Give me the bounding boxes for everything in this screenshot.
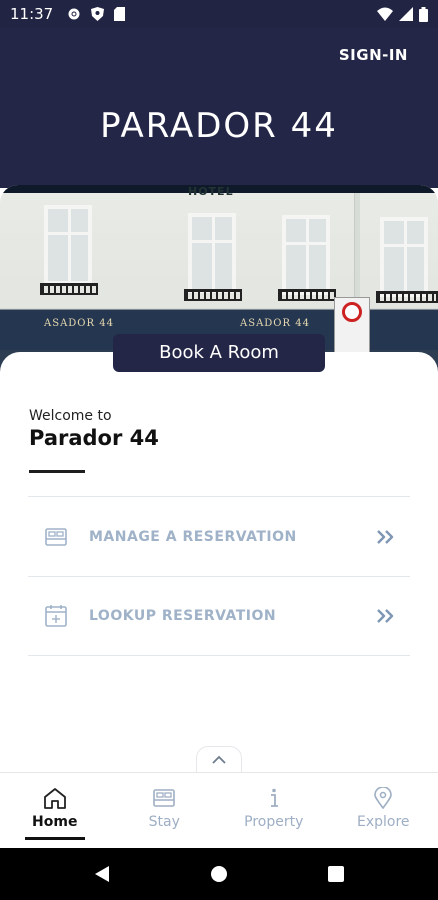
hero-hotel-sign: HOTEL [188,185,234,198]
tab-property[interactable]: Property [219,773,329,848]
hero-balcony [40,283,98,295]
tab-explore-label: Explore [356,814,410,830]
expand-sheet-handle[interactable] [196,746,242,772]
app-header: SIGN-IN PARADOR 44 [0,28,438,188]
status-time: 11:37 [10,5,54,23]
hero-shop-sign-left: ASADOR 44 [44,318,114,329]
welcome-title: Parador 44 [29,426,159,450]
tab-explore[interactable]: Explore [329,773,438,848]
tab-stay[interactable]: Stay [110,773,220,848]
signal-icon [399,7,413,21]
hero-window [282,215,330,295]
settings-icon [68,8,80,20]
wifi-icon [377,7,393,21]
bed-icon [153,789,176,807]
status-bar: 11:37 [0,0,438,28]
hero-shop-sign-right: ASADOR 44 [240,318,310,329]
tab-property-label: Property [244,814,304,830]
lookup-reservation-row[interactable]: LOOKUP RESERVATION [28,576,410,656]
tab-home-label: Home [32,814,78,830]
bed-icon [45,527,67,546]
location-pin-icon [374,787,393,809]
hero-street-sign [334,297,370,357]
shield-icon [91,7,105,21]
double-chevron-right-icon [377,609,394,623]
bottom-tab-bar: Home Stay Property Explore [0,772,438,848]
status-right-icons [377,6,428,22]
system-navigation-bar [0,848,438,900]
sign-in-button[interactable]: SIGN-IN [339,46,408,64]
hero-window [188,213,236,293]
manage-reservation-label: MANAGE A RESERVATION [89,528,297,545]
sim-card-icon [114,7,126,21]
brand-logo: PARADOR 44 [100,106,338,146]
status-left-icons [67,7,126,21]
tab-stay-label: Stay [148,814,180,830]
content-sheet: Welcome to Parador 44 MANAGE A RESERVATI… [0,352,438,772]
hero-balcony [376,291,438,303]
title-underline [29,470,85,473]
hero-balcony [278,289,336,301]
back-icon[interactable] [94,865,110,883]
hero-balcony [184,289,242,301]
double-chevron-right-icon [377,529,394,544]
manage-reservation-row[interactable]: MANAGE A RESERVATION [28,496,410,576]
recents-icon[interactable] [328,866,344,882]
lookup-reservation-label: LOOKUP RESERVATION [89,608,277,624]
hero-drainpipe [354,193,360,313]
home-circle-icon[interactable] [210,865,228,883]
welcome-subtitle: Welcome to [29,408,112,424]
battery-icon [419,6,428,22]
hero-window [380,217,428,297]
book-a-room-button[interactable]: Book A Room [113,334,325,372]
hero-window [44,205,92,285]
calendar-add-icon [45,605,67,627]
info-icon [270,788,278,807]
home-icon [43,788,66,809]
active-tab-indicator [25,837,85,840]
chevron-up-icon [212,755,226,764]
tab-home[interactable]: Home [0,773,110,848]
